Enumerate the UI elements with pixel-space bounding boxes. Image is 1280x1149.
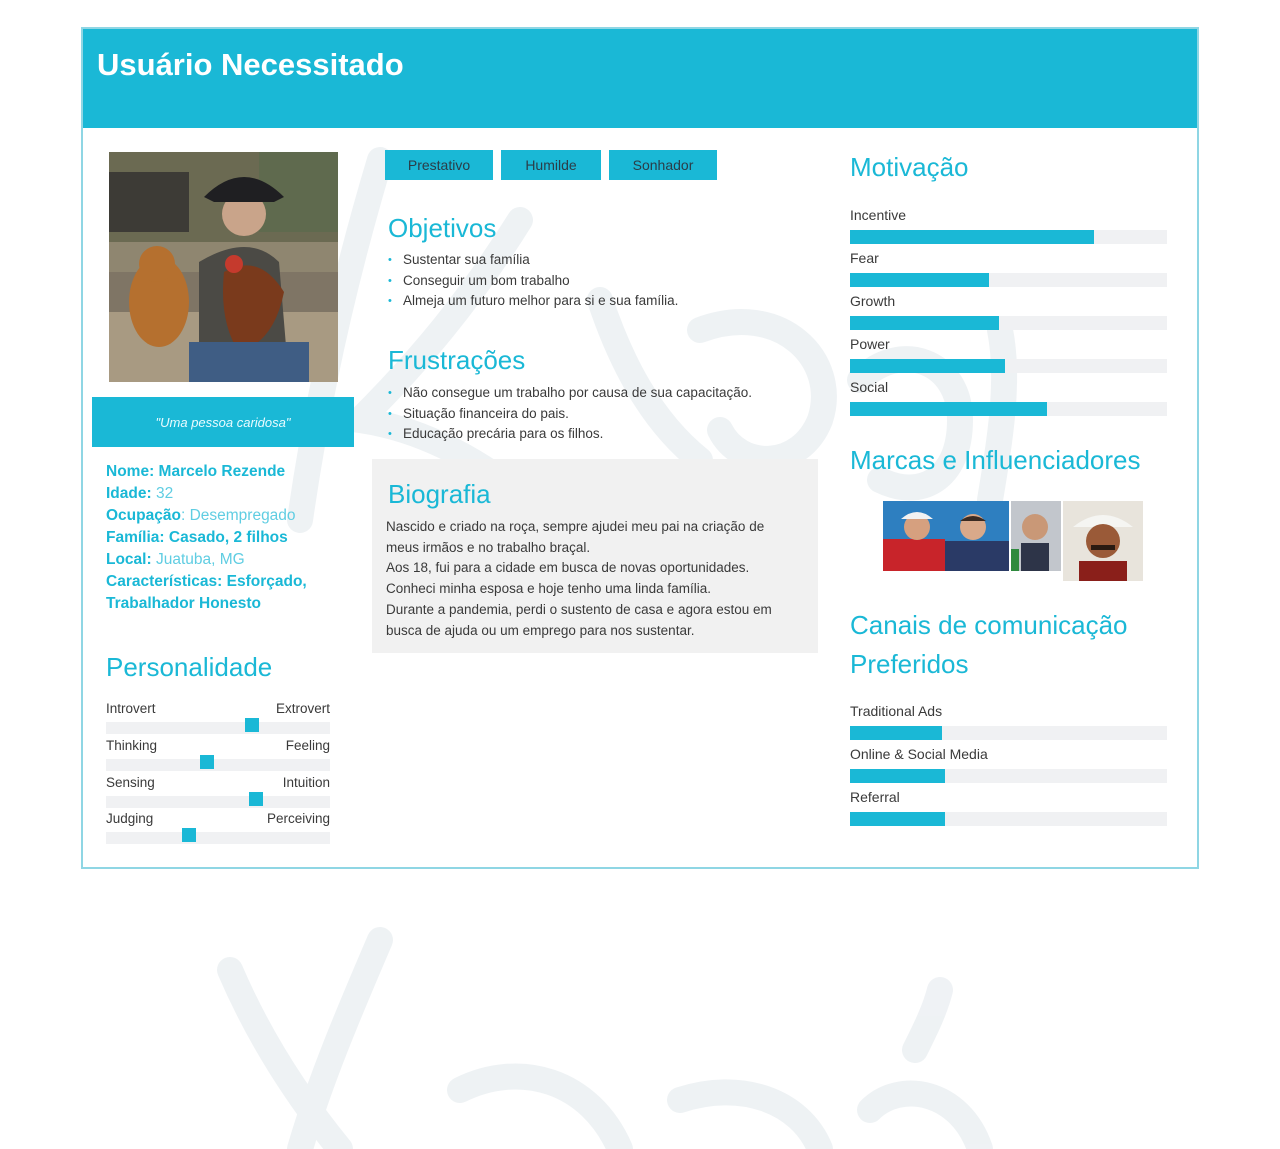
bar-fill	[850, 812, 946, 826]
bio-line: Conheci minha esposa e hoje tenho uma li…	[386, 581, 711, 597]
influencer-photos	[883, 501, 1143, 581]
bio-line: Nascido e criado na roça, sempre ajudei …	[386, 519, 765, 534]
bar-track	[850, 359, 1167, 373]
bio-line: Aos 18, fui para a cidade em busca de no…	[386, 560, 750, 576]
info-row-ocupacao: Ocupação: Desempregado	[106, 507, 296, 524]
channel-bar: Online & Social Media	[850, 746, 1167, 783]
bar-track	[850, 273, 1167, 287]
tag-prestativo: Prestativo	[385, 150, 493, 180]
bar-track	[850, 769, 1167, 783]
frustrations-title: Frustrações	[388, 345, 526, 375]
bar-label: Power	[850, 336, 890, 352]
list-item: Sustentar sua família	[388, 250, 678, 271]
channels-title-line1: Canais de comunicação	[850, 610, 1128, 640]
bar-label: Social	[850, 379, 889, 395]
bar-fill	[850, 316, 999, 330]
trait-marker	[249, 792, 264, 806]
channel-bar: Referral	[850, 789, 1167, 826]
objectives-list: Sustentar sua família Conseguir um bom t…	[388, 250, 678, 312]
bar-label: Traditional Ads	[850, 703, 943, 719]
biography-text: Nascido e criado na roça, sempre ajudei …	[386, 517, 810, 641]
trait-marker	[244, 718, 259, 732]
bar-label: Growth	[850, 293, 896, 309]
persona-quote: "Uma pessoa caridosa"	[92, 397, 354, 447]
bio-line: Durante a pandemia, perdi o sustento de …	[386, 601, 772, 617]
personality-title: Personalidade	[106, 652, 273, 682]
trait-track	[106, 828, 330, 844]
frustrations-list: Não consegue um trabalho por causa de su…	[388, 383, 752, 445]
trait-track	[106, 792, 330, 808]
bar-fill	[850, 273, 990, 287]
bio-line: busca de ajuda ou um emprego para nos su…	[386, 622, 695, 638]
bar-track	[850, 726, 1167, 740]
tag-humilde: Humilde	[501, 150, 601, 180]
trait-track	[106, 718, 330, 734]
trait-track	[106, 755, 330, 771]
trait-marker	[199, 755, 214, 769]
page-title: Usuário Necessitado	[97, 47, 404, 82]
trait-right-label: Extrovert	[275, 701, 330, 716]
bar-fill	[850, 726, 942, 740]
trait-row: Sensing Intuition	[106, 775, 330, 808]
motivation-bar: Fear	[850, 250, 1167, 287]
info-row-idade: Idade: 32	[106, 485, 174, 502]
bar-fill	[850, 359, 1006, 373]
biography-title: Biografia	[388, 479, 491, 509]
trait-row: Judging Perceiving	[106, 811, 330, 844]
channel-bar: Traditional Ads	[850, 703, 1167, 740]
bar-track	[850, 402, 1167, 416]
bar-label: Fear	[850, 250, 879, 266]
info-row-familia: Família: Casado, 2 filhos	[106, 529, 288, 546]
persona-info: Nome: Marcelo Rezende Idade: 32 Ocupação…	[106, 461, 346, 615]
motivation-bar: Incentive	[850, 207, 1167, 244]
info-row-caracteristicas: Características: Esforçado, Trabalhador …	[106, 573, 307, 612]
bar-fill	[850, 402, 1047, 416]
motivation-title: Motivação	[850, 152, 969, 182]
trait-right-label: Feeling	[285, 738, 330, 753]
bar-track	[850, 316, 1167, 330]
trait-right-label: Perceiving	[266, 811, 330, 826]
trait-left-label: Judging	[106, 811, 154, 826]
persona-photo	[109, 152, 338, 382]
influencer-images	[883, 499, 1143, 581]
bar-label: Referral	[850, 789, 900, 805]
trait-left-label: Thinking	[106, 738, 158, 753]
header-banner: Usuário Necessitado	[83, 29, 1197, 128]
trait-left-label: Introvert	[106, 701, 156, 716]
motivation-bar: Social	[850, 379, 1167, 416]
motivation-bar: Growth	[850, 293, 1167, 330]
list-item: Situação financeira do pais.	[388, 404, 752, 425]
bar-track	[850, 230, 1167, 244]
list-item: Não consegue um trabalho por causa de su…	[388, 383, 752, 404]
tag-sonhador: Sonhador	[609, 150, 717, 180]
channels-title-line2: Preferidos	[850, 649, 969, 679]
list-item: Conseguir um bom trabalho	[388, 271, 678, 292]
trait-left-label: Sensing	[106, 775, 155, 790]
bio-line: meus irmãos e no trabalho braçal.	[386, 539, 591, 555]
persona-card: Usuário Necessitado "Uma pessoa caridosa…	[81, 27, 1199, 869]
bar-track	[850, 812, 1167, 826]
bar-label: Incentive	[850, 207, 907, 223]
bar-label: Online & Social Media	[850, 746, 988, 762]
bar-fill	[850, 769, 946, 783]
objectives-title: Objetivos	[388, 213, 497, 243]
trait-row: Introvert Extrovert	[106, 701, 330, 734]
list-item: Educação precária para os filhos.	[388, 424, 752, 445]
trait-right-label: Intuition	[282, 775, 330, 790]
info-row-nome: Nome: Marcelo Rezende	[106, 463, 286, 480]
trait-marker	[181, 828, 196, 842]
trait-row: Thinking Feeling	[106, 738, 330, 771]
biography-panel: Biografia Nascido e criado na roça, semp…	[372, 459, 818, 653]
bar-fill	[850, 230, 1095, 244]
brands-title: Marcas e Influenciadores	[850, 445, 1141, 475]
motivation-bar: Power	[850, 336, 1167, 373]
list-item: Almeja um futuro melhor para si e sua fa…	[388, 291, 678, 312]
info-row-local: Local: Juatuba, MG	[106, 551, 245, 568]
